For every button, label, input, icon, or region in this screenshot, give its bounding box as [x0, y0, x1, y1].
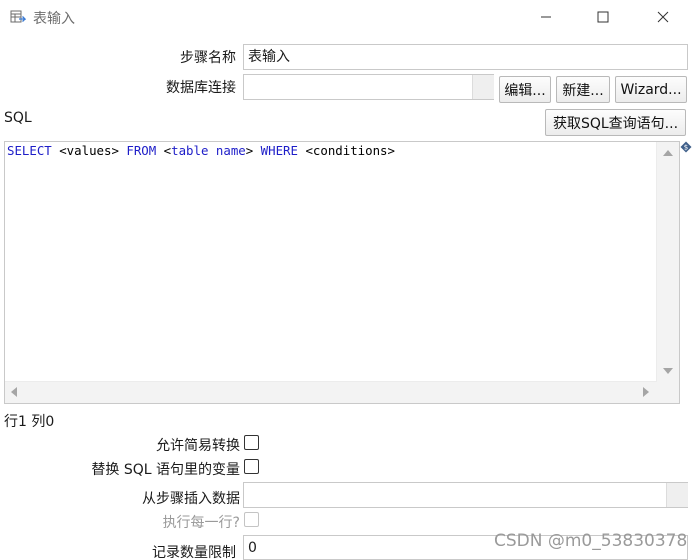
db-connection-label: 数据库连接	[166, 80, 236, 96]
close-icon	[657, 11, 669, 23]
window-title: 表输入	[33, 11, 75, 27]
step-name-input[interactable]: 表输入	[243, 44, 688, 70]
scroll-right-icon[interactable]	[643, 387, 649, 397]
db-connection-dropdown-arrow[interactable]	[472, 75, 494, 99]
close-button[interactable]	[640, 0, 686, 34]
sql-text: <values>	[51, 143, 127, 158]
table-input-icon	[10, 10, 26, 23]
db-connection-select[interactable]	[243, 74, 494, 100]
svg-text:$: $	[684, 144, 688, 152]
table-input-dialog: 表输入 步骤名称 表输入 数据库连接 编辑... 新建... Wizard...…	[0, 0, 692, 560]
edit-connection-button[interactable]: 编辑...	[499, 76, 551, 103]
replace-variables-checkbox[interactable]	[244, 459, 259, 474]
sql-keyword: WHERE	[260, 143, 298, 158]
execute-each-row-checkbox[interactable]	[244, 512, 259, 527]
get-sql-button[interactable]: 获取SQL查询语句...	[545, 109, 686, 136]
insert-from-step-select[interactable]	[243, 482, 688, 508]
new-connection-button[interactable]: 新建...	[556, 76, 610, 103]
minimize-icon	[541, 16, 551, 18]
variable-hint-icon: $	[680, 141, 692, 153]
sql-keyword: table name	[171, 143, 246, 158]
minimize-button[interactable]	[523, 0, 569, 34]
scroll-left-icon[interactable]	[11, 387, 17, 397]
replace-variables-label: 替换 SQL 语句里的变量	[91, 462, 240, 478]
wizard-button[interactable]: Wizard...	[615, 76, 687, 103]
cursor-position: 行1 列0	[4, 414, 55, 430]
editor-horizontal-scrollbar[interactable]	[5, 381, 657, 403]
limit-label: 记录数量限制	[152, 545, 236, 560]
lazy-conversion-checkbox[interactable]	[244, 435, 259, 450]
sql-text: >	[245, 143, 261, 158]
insert-from-step-dropdown-arrow[interactable]	[666, 483, 688, 507]
insert-from-step-label: 从步骤插入数据	[142, 491, 240, 507]
step-name-label: 步骤名称	[180, 50, 236, 66]
execute-each-row-label: 执行每一行?	[162, 515, 240, 531]
sql-label: SQL	[4, 110, 32, 126]
sql-code-line: SELECT <values> FROM <table name> WHERE …	[7, 143, 395, 158]
maximize-icon	[597, 11, 609, 23]
watermark-text: CSDN @m0_53830378	[494, 531, 688, 551]
scrollbar-corner	[657, 382, 679, 403]
sql-keyword: FROM	[126, 143, 157, 158]
sql-editor[interactable]: SELECT <values> FROM <table name> WHERE …	[4, 141, 680, 404]
sql-text: <	[156, 143, 172, 158]
lazy-conversion-label: 允许简易转换	[156, 438, 240, 454]
editor-vertical-scrollbar[interactable]	[656, 142, 679, 382]
maximize-button[interactable]	[580, 0, 626, 34]
scroll-down-icon[interactable]	[663, 368, 673, 374]
title-bar: 表输入	[0, 0, 692, 34]
sql-keyword: SELECT	[7, 143, 52, 158]
sql-text: <conditions>	[297, 143, 395, 158]
scroll-up-icon[interactable]	[663, 150, 673, 156]
